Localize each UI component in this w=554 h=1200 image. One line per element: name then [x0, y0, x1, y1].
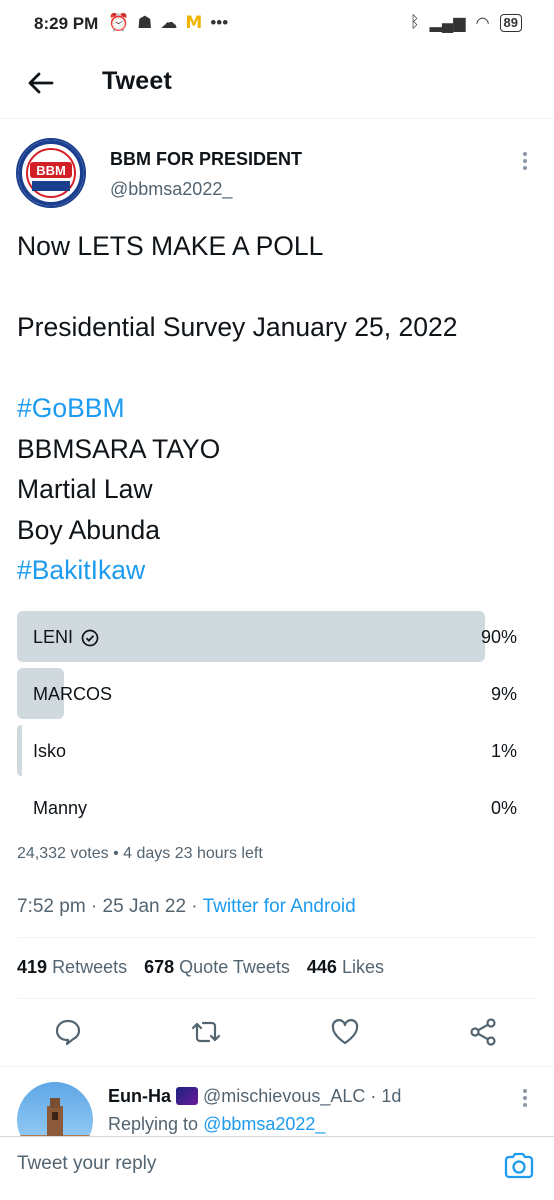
- status-bar: 8:29 PM ⏰ ☗ ☁ M ••• ᛒ ▂▄▆ ◠ 89: [0, 0, 554, 50]
- poll-option-text: LENI: [33, 627, 74, 647]
- poll-option-label: Isko: [33, 741, 66, 762]
- reply-input[interactable]: Tweet your reply: [17, 1153, 156, 1175]
- poll-option: MARCOS 9%: [17, 668, 520, 719]
- likes-stat[interactable]: 446 Likes: [307, 957, 384, 978]
- game-icon: ☗: [137, 13, 153, 32]
- page-title: Tweet: [102, 67, 172, 95]
- wifi-icon: ◠: [475, 15, 490, 32]
- author-avatar[interactable]: BBM: [16, 138, 86, 208]
- tweet-text-line: BBMSARA TAYO: [17, 433, 221, 464]
- poll-option-text: Manny: [33, 798, 88, 818]
- camera-icon[interactable]: [502, 1149, 536, 1183]
- poll: LENI 90% MARCOS 9% Isko 1% Manny 0%: [17, 611, 520, 839]
- battery-icon: 89: [499, 14, 522, 32]
- tweet-timestamp: 7:52 pm · 25 Jan 22 · Twitter for Androi…: [17, 896, 356, 917]
- quote-tweets-label: Quote Tweets: [179, 957, 290, 977]
- quote-tweets-stat[interactable]: 678 Quote Tweets: [144, 957, 290, 978]
- poll-bar: [17, 725, 23, 776]
- divider: [0, 1066, 554, 1067]
- reply-author[interactable]: Eun-Ha @mischievous_ALC · 1d: [108, 1086, 401, 1107]
- tweet-date: 25 Jan 22: [102, 896, 187, 917]
- galaxy-emoji-icon: [176, 1087, 199, 1105]
- more-notifications-icon: •••: [210, 13, 229, 32]
- hashtag-link[interactable]: #BakitIkaw: [17, 550, 537, 591]
- retweet-icon[interactable]: [190, 1016, 222, 1048]
- bluetooth-icon: ᛒ: [410, 14, 420, 31]
- likes-label: Likes: [341, 957, 384, 977]
- notification-icons: ⏰ ☗ ☁ M •••: [108, 13, 228, 33]
- bottom-edge: [0, 1192, 554, 1200]
- tweet-stats: 419 Retweets 678 Quote Tweets 446 Likes: [17, 957, 384, 978]
- replying-prefix: Replying to: [108, 1114, 199, 1134]
- tweet-source-link[interactable]: Twitter for Android: [203, 896, 356, 917]
- reply-more-options-icon[interactable]: [518, 1086, 532, 1112]
- author-display-name[interactable]: BBM FOR PRESIDENT: [110, 149, 302, 170]
- poll-option-label: MARCOS: [33, 684, 112, 705]
- poll-option-percent: 9%: [490, 684, 517, 704]
- poll-meta: 24,332 votes • 4 days 23 hours left: [17, 845, 263, 862]
- tweet-text-line: Martial Law: [17, 474, 153, 504]
- poll-option-percent: 0%: [490, 798, 517, 818]
- winner-check-icon: [81, 629, 99, 646]
- status-time: 8:29 PM: [34, 14, 99, 33]
- like-icon[interactable]: [329, 1016, 361, 1048]
- system-icons: ᛒ ▂▄▆ ◠ 89: [410, 13, 522, 33]
- hashtag-link[interactable]: #GoBBM: [17, 388, 537, 429]
- alarm-icon: ⏰: [108, 13, 130, 32]
- share-icon[interactable]: [467, 1016, 499, 1048]
- retweets-count: 419: [17, 957, 48, 977]
- reply-composer: Tweet your reply: [0, 1136, 554, 1193]
- quote-tweets-count: 678: [144, 957, 175, 977]
- top-app-bar: Tweet: [0, 52, 554, 119]
- cloud-icon: ☁: [160, 13, 178, 32]
- retweets-stat[interactable]: 419 Retweets: [17, 957, 127, 978]
- poll-option-text: MARCOS: [33, 684, 113, 704]
- likes-count: 446: [306, 957, 337, 977]
- poll-option: LENI 90%: [17, 611, 520, 662]
- retweets-label: Retweets: [52, 957, 128, 977]
- bbm-logo-icon: BBM: [18, 140, 84, 206]
- tweet-text-line: Now LETS MAKE A POLL: [17, 231, 324, 261]
- poll-option-percent: 90%: [480, 627, 517, 647]
- divider: [17, 937, 537, 938]
- poll-option-percent: 1%: [490, 741, 517, 761]
- poll-option: Manny 0%: [17, 782, 520, 833]
- svg-text:BBM: BBM: [36, 163, 66, 178]
- poll-option-label: LENI: [33, 627, 99, 648]
- tweet-time: 7:52 pm: [17, 896, 86, 917]
- reply-age: 1d: [381, 1086, 402, 1106]
- replying-to: Replying to @bbmsa2022_: [108, 1114, 325, 1135]
- more-options-icon[interactable]: [518, 148, 532, 182]
- reply-icon[interactable]: [52, 1016, 84, 1048]
- poll-option: Isko 1%: [17, 725, 520, 776]
- tweet-actions: [0, 1012, 554, 1056]
- tweet-text-line: Presidential Survey January 25, 2022: [17, 312, 458, 342]
- tweet-text-line: Boy Abunda: [17, 514, 160, 545]
- replying-to-link[interactable]: @bbmsa2022_: [203, 1114, 325, 1134]
- signal-icon: ▂▄▆: [429, 15, 466, 32]
- poll-option-label: Manny: [33, 798, 87, 819]
- back-arrow-icon[interactable]: [24, 66, 58, 100]
- poll-option-text: Isko: [33, 741, 67, 761]
- author-handle[interactable]: @bbmsa2022_: [110, 179, 232, 200]
- tweet-text: Now LETS MAKE A POLL Presidential Survey …: [17, 226, 537, 591]
- divider: [17, 998, 537, 999]
- reply-display-name: Eun-Ha: [108, 1086, 171, 1106]
- reply-handle: @mischievous_ALC: [203, 1086, 366, 1106]
- mcdonalds-icon: M: [185, 13, 203, 33]
